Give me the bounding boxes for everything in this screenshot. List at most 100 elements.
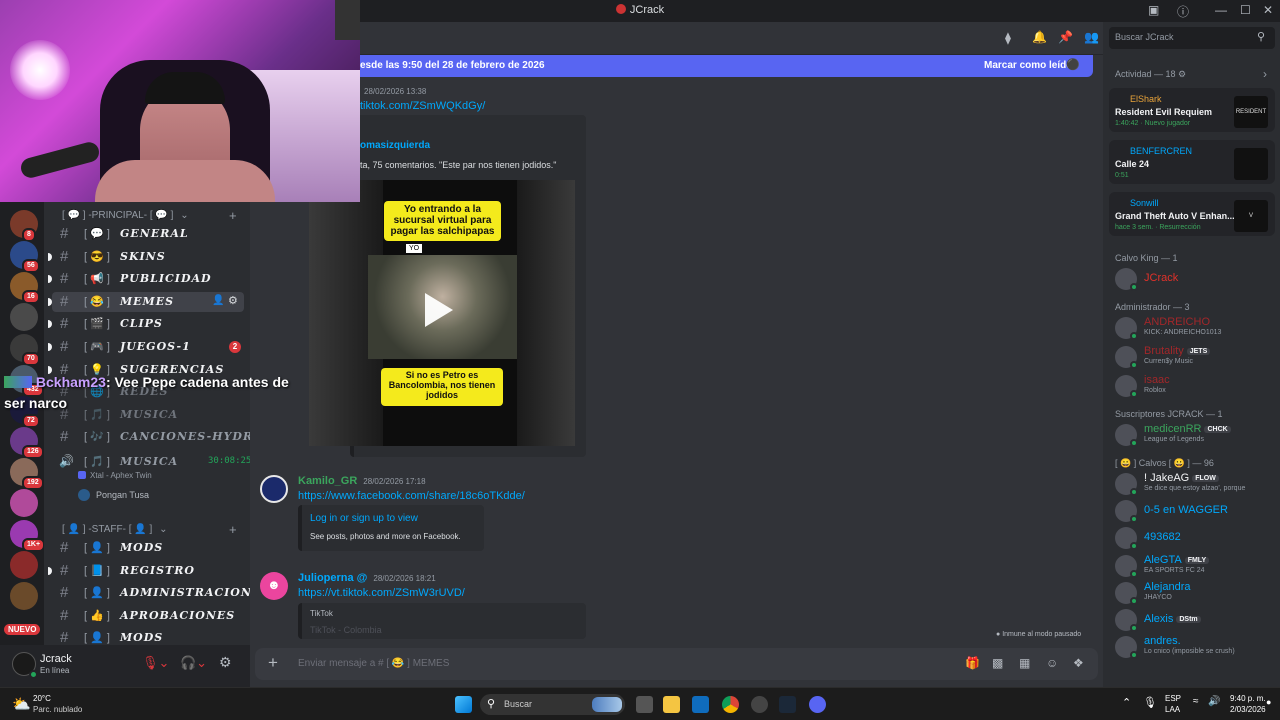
channel-administracion[interactable]: #[ 👤 ] ADMINISTRACION (52, 583, 251, 603)
invite-icon[interactable]: 👤 (212, 295, 224, 306)
add-channel-icon[interactable]: + (229, 208, 237, 223)
server-icon[interactable] (10, 551, 38, 579)
mic-icon[interactable]: 🎙 (1143, 696, 1157, 709)
embed-author[interactable]: omasizquierda (360, 140, 430, 151)
server-icon[interactable] (10, 582, 38, 610)
wifi-icon[interactable]: ≈ (1193, 696, 1199, 707)
message-input[interactable]: Enviar mensaje a # [ 😂 ] MEMES (298, 658, 449, 669)
clock-date[interactable]: 2/03/2026 (1230, 705, 1266, 714)
message-author[interactable]: Kamilo_GR 28/02/2026 17:18 (298, 475, 426, 487)
gif-icon[interactable]: ▩ (992, 656, 1003, 670)
user-avatar[interactable]: ☻ (260, 572, 288, 600)
close-button[interactable]: ✕ (1263, 3, 1273, 17)
language-1[interactable]: ESP (1165, 694, 1181, 703)
emoji-icon[interactable]: ☺ (1046, 656, 1058, 670)
activity-detail: 1:40:42 · Nuevo jugador (1115, 120, 1191, 127)
mute-icon[interactable]: 🎙⌄ (142, 655, 169, 671)
file-explorer-icon[interactable] (663, 696, 680, 713)
minimize-button[interactable]: — (1215, 3, 1227, 17)
members-icon[interactable]: 👥 (1084, 30, 1099, 44)
play-icon[interactable] (425, 293, 453, 327)
maximize-button[interactable]: ☐ (1240, 3, 1251, 17)
chrome-icon[interactable] (722, 696, 739, 713)
settings-icon[interactable]: ⚙ (219, 654, 232, 671)
taskbar-search[interactable]: ⚲ Buscar (480, 694, 625, 715)
channel-juegos-1[interactable]: #[ 🎮 ] JUEGOS-1 2 (48, 337, 244, 357)
embed-title[interactable]: TikTok - Colombia (310, 625, 382, 635)
channel-settings-icon[interactable]: ⚙ (228, 294, 238, 307)
member-item[interactable]: Alexis DStm (1115, 606, 1275, 634)
message-author[interactable]: Julioperna @28/02/2026 18:21 (298, 572, 436, 584)
activity-card[interactable]: Sonwill Grand Theft Auto V Enhan... hace 3… (1109, 192, 1275, 236)
message-link[interactable]: https://www.facebook.com/share/18c6oTKdd… (298, 490, 525, 502)
channel-mods[interactable]: #[ 👤 ] MODS (52, 538, 244, 558)
music-icon (78, 471, 86, 479)
channel-aprobaciones[interactable]: #[ 👍 ] APROBACIONES (52, 606, 244, 626)
video-thumbnail[interactable]: Yo entrando a la sucursal virtual para p… (309, 180, 575, 446)
user-avatar[interactable] (260, 475, 288, 503)
discord-icon[interactable] (809, 696, 826, 713)
weather-temp[interactable]: 20°C (33, 694, 51, 703)
channel-memes[interactable]: #[ 😂 ] MEMES 👤 ⚙ (48, 291, 244, 312)
activity-header[interactable]: Actividad — 18 ⚙ › (1115, 67, 1267, 81)
member-item[interactable]: ! JakeAG FLOW Se dice que estoy alzao', po… (1115, 470, 1275, 498)
search-box[interactable]: Buscar JCrack ⚲ (1109, 27, 1275, 49)
task-view-icon[interactable] (636, 696, 653, 713)
member-item[interactable]: Brutality JETS Curren$y Music (1115, 343, 1275, 371)
pin-icon[interactable]: 📌 (1058, 30, 1073, 44)
message-link[interactable]: https://vt.tiktok.com/ZSmW3rUVD/ (298, 587, 465, 599)
activity-card[interactable]: BENFERCREN Calle 24 0:51 (1109, 140, 1275, 184)
channel-clips[interactable]: #[ 🎬 ] CLIPS (48, 314, 244, 334)
add-channel-icon[interactable]: + (229, 522, 237, 537)
member-item[interactable]: 0-5 en WAGGER (1115, 497, 1275, 525)
voice-user[interactable]: Pongan Tusa (78, 489, 149, 501)
threads-icon[interactable]: ⧫ (1005, 31, 1011, 45)
app-icon[interactable] (751, 696, 768, 713)
member-item[interactable]: ANDREICHO KICK: ANDREICHO1013 (1115, 314, 1275, 342)
weather-icon[interactable]: ⛅ (12, 695, 31, 713)
chevron-up-icon[interactable]: ⌃ (1122, 696, 1131, 709)
mark-read-button[interactable]: Marcar como leído (984, 60, 1072, 71)
server-icon[interactable] (10, 303, 38, 331)
embed-title[interactable]: Log in or sign up to view (310, 513, 418, 524)
channel-general[interactable]: #[ 💬 ] GENERAL (52, 224, 244, 244)
inbox-icon[interactable]: ▣ (1148, 3, 1159, 17)
gift-icon[interactable]: 🎁 (965, 656, 980, 670)
add-attachment-icon[interactable]: + (268, 653, 278, 673)
steam-icon[interactable] (779, 696, 796, 713)
notification-bell-icon[interactable]: ● (1266, 697, 1271, 707)
member-item[interactable]: AleGTA FMLY EA SPORTS FC 24 (1115, 552, 1275, 580)
bell-icon[interactable]: 🔔 (1032, 30, 1047, 44)
start-icon[interactable] (455, 696, 472, 713)
member-item[interactable]: medicenRR CHCK League of Legends (1115, 421, 1275, 449)
help-icon[interactable]: ⓘ (1177, 3, 1189, 20)
sticker-icon[interactable]: ▦ (1019, 656, 1030, 670)
member-item[interactable]: isaac Roblox (1115, 372, 1275, 400)
language-2[interactable]: LAA (1165, 705, 1180, 714)
activity-user: BENFERCREN (1130, 146, 1193, 156)
activity-card[interactable]: ElShark Resident Evil Requiem 1:40:42 · Nu… (1109, 88, 1275, 132)
member-item[interactable]: andres. Lo cnico (imposible se crush) (1115, 633, 1275, 661)
channel-skins[interactable]: #[ 😎 ] SKINS (48, 247, 244, 267)
category-staff[interactable]: [ 👤 ] -STAFF- [ 👤 ] ⌄ + (62, 522, 237, 537)
clock-time[interactable]: 9:40 p. m. (1230, 694, 1266, 703)
channel-publicidad[interactable]: #[ 📢 ] PUBLICIDAD (48, 269, 244, 289)
server-icon[interactable] (10, 489, 38, 517)
new-messages-bar[interactable]: esde las 9:50 del 28 de febrero de 2026 … (350, 55, 1093, 77)
message-link[interactable]: tiktok.com/ZSmWQKdGy/ (360, 100, 485, 112)
channel-canciones-hydra[interactable]: #[ 🎶 ] CANCIONES-HYDRA (52, 427, 262, 447)
outlook-icon[interactable] (692, 696, 709, 713)
member-item[interactable]: JCrack (1115, 265, 1275, 293)
embed-description: See posts, photos and more on Facebook. (310, 532, 461, 541)
member-item[interactable]: 493682 (1115, 524, 1275, 552)
apps-icon[interactable]: ❖ (1073, 656, 1084, 670)
category-principal[interactable]: [ 💬 ] -PRINCIPAL- [ 💬 ] ⌄ + (62, 208, 237, 223)
deafen-icon[interactable]: 🎧⌄ (180, 655, 207, 671)
volume-icon[interactable]: 🔊 (1208, 696, 1220, 707)
search-input[interactable]: Buscar JCrack (1115, 32, 1174, 42)
voice-channel-musica[interactable]: 🔊 [ 🎵 ] MUSICA 30:08:25 (52, 452, 251, 472)
member-item[interactable]: Alejandra JHAYCO (1115, 579, 1275, 607)
chevron-right-icon[interactable]: › (1263, 67, 1267, 81)
unread-indicator (48, 343, 52, 351)
channel-registro[interactable]: #[ 📘 ] REGISTRO (48, 561, 244, 581)
